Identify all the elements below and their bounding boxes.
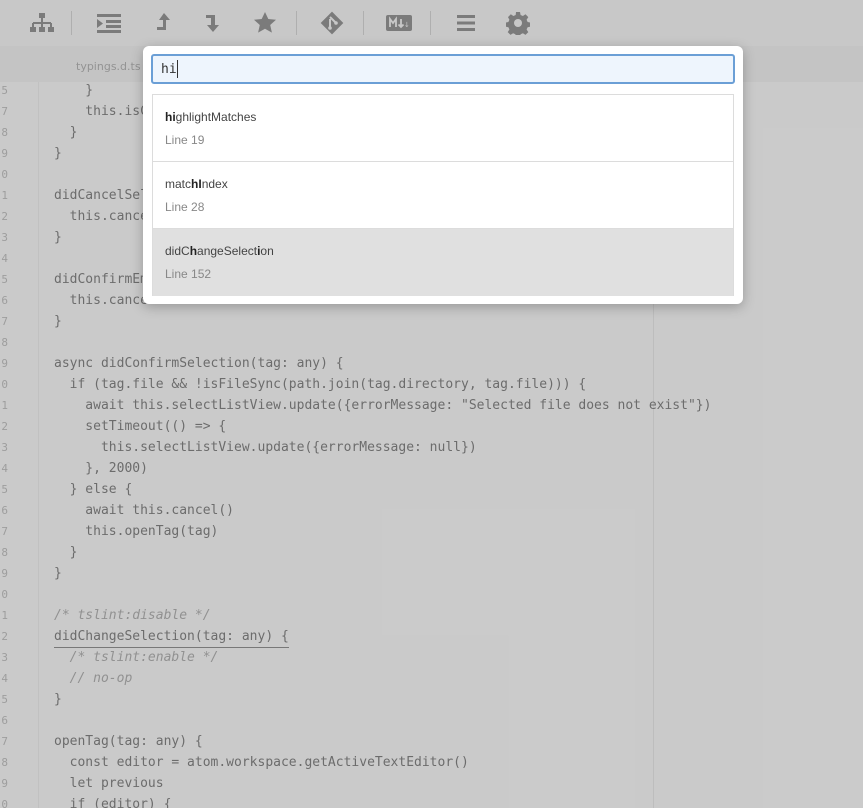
match-highlight: h (189, 244, 198, 258)
search-query: hi (161, 62, 177, 77)
symbol-name: matchIndex (165, 177, 228, 191)
symbol-result-item[interactable]: highlightMatches Line 19 (153, 95, 733, 162)
symbol-name-part: matc (165, 177, 192, 191)
symbol-name-part: ndex (201, 177, 228, 191)
symbol-name-part: angeSelect (197, 244, 258, 258)
text-caret (177, 60, 178, 78)
symbol-results-list: highlightMatches Line 19 matchIndex Line 28… (152, 94, 734, 296)
symbol-line-number: Line 19 (165, 133, 205, 147)
symbol-name: highlightMatches (165, 110, 256, 124)
symbol-result-item[interactable]: matchIndex Line 28 (153, 162, 733, 229)
match-highlight: hi (165, 110, 176, 124)
symbol-line-number: Line 28 (165, 200, 205, 214)
symbol-line-number: Line 152 (165, 267, 212, 281)
symbol-search-palette: hi highlightMatches Line 19 matchIndex Line… (143, 46, 743, 304)
symbol-search-input[interactable]: hi (151, 54, 735, 84)
symbol-name-part: ghlightMatches (175, 110, 257, 124)
symbol-name-part: on (260, 244, 274, 258)
match-highlight: hI (191, 177, 202, 191)
symbol-name-part: didC (165, 244, 190, 258)
symbol-result-item[interactable]: didChangeSelection Line 152 (153, 229, 733, 296)
symbol-name: didChangeSelection (165, 244, 274, 258)
